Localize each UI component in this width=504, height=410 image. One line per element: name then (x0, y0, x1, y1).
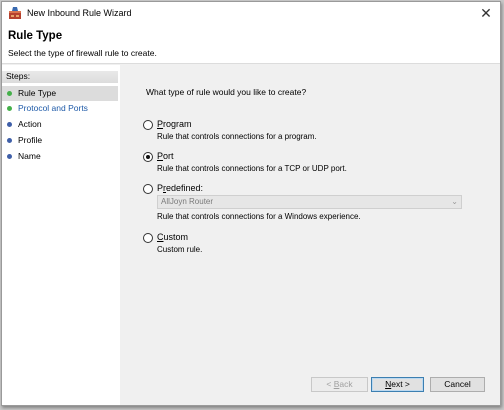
page-title: Rule Type (8, 30, 63, 42)
close-button[interactable]: ✕ (478, 5, 494, 21)
back-button[interactable]: < Back (311, 377, 368, 392)
firewall-shield-icon (9, 7, 21, 19)
cancel-button[interactable]: Cancel (430, 377, 485, 392)
step-profile: Profile (2, 133, 118, 148)
step-action: Action (2, 117, 118, 132)
title-bar: New Inbound Rule Wizard ✕ (2, 2, 500, 24)
predefined-description: Rule that controls connections for a Win… (157, 212, 361, 221)
steps-panel: Steps: Rule Type Protocol and Ports Acti… (2, 65, 120, 405)
step-rule-type[interactable]: Rule Type (2, 86, 118, 101)
step-status-icon (7, 138, 12, 143)
step-protocol-and-ports[interactable]: Protocol and Ports (2, 101, 118, 116)
window-title: New Inbound Rule Wizard (27, 8, 132, 18)
page-subtitle: Select the type of firewall rule to crea… (8, 48, 157, 58)
custom-label[interactable]: Custom (157, 232, 188, 242)
rule-type-question: What type of rule would you like to crea… (146, 87, 307, 97)
step-label: Rule Type (18, 88, 57, 98)
step-label: Action (18, 119, 42, 129)
program-radio[interactable] (143, 120, 153, 130)
port-description: Rule that controls connections for a TCP… (157, 164, 347, 173)
predefined-radio[interactable] (143, 184, 153, 194)
step-label: Name (18, 151, 41, 161)
step-label: Profile (18, 135, 43, 145)
chevron-down-icon: ⌄ (451, 197, 458, 206)
custom-radio[interactable] (143, 233, 153, 243)
predefined-select[interactable]: AllJoyn Router ⌄ (157, 195, 462, 209)
port-radio[interactable] (143, 152, 153, 162)
step-status-icon (7, 122, 12, 127)
step-name: Name (2, 149, 118, 164)
program-description: Rule that controls connections for a pro… (157, 132, 317, 141)
predefined-label[interactable]: Predefined: (157, 183, 203, 193)
steps-heading: Steps: (2, 71, 118, 83)
main-content: What type of rule would you like to crea… (121, 65, 500, 405)
wizard-window: New Inbound Rule Wizard ✕ Rule Type Sele… (1, 1, 501, 406)
close-icon: ✕ (480, 5, 492, 21)
step-status-icon (7, 106, 12, 111)
step-label: Protocol and Ports (18, 103, 88, 113)
next-button[interactable]: Next > (371, 377, 424, 392)
predefined-select-value: AllJoyn Router (161, 197, 214, 206)
port-label[interactable]: Port (157, 151, 174, 161)
step-status-icon (7, 91, 12, 96)
wizard-header: Rule Type Select the type of firewall ru… (2, 24, 500, 64)
step-status-icon (7, 154, 12, 159)
custom-description: Custom rule. (157, 245, 203, 254)
program-label[interactable]: Program (157, 119, 192, 129)
